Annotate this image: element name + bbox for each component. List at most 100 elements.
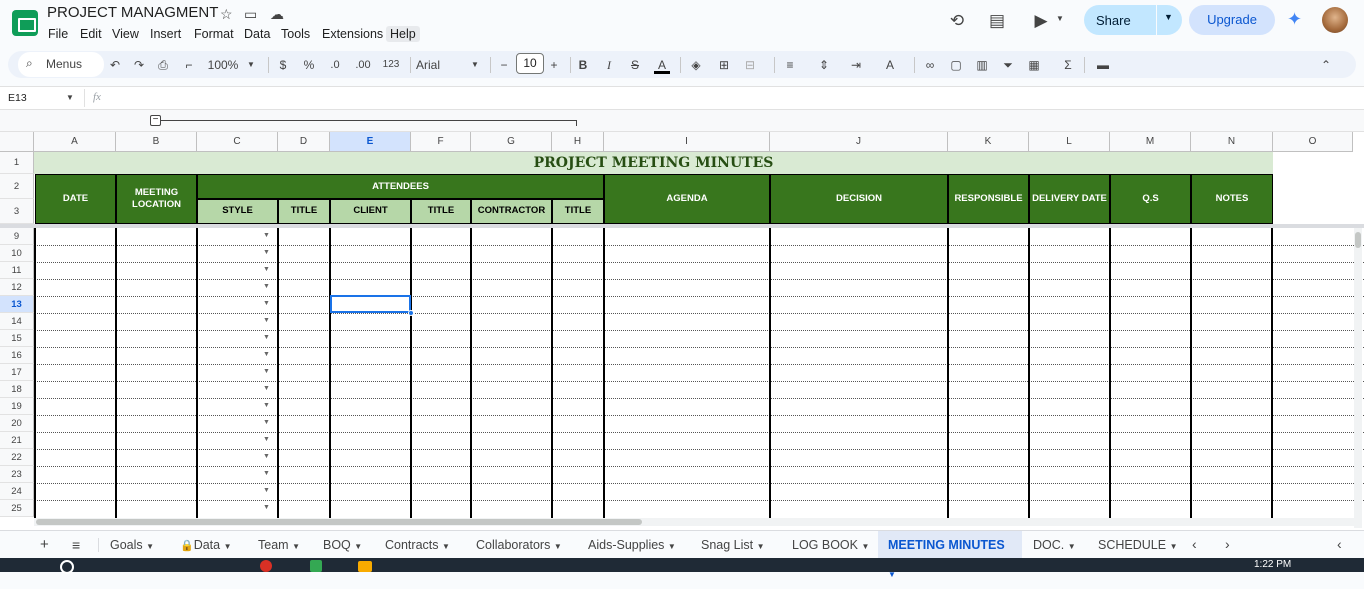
header-attendees[interactable]: ATTENDEES [197,174,604,199]
tab-dropdown-icon[interactable]: ▼ [861,542,869,551]
row-header[interactable]: 21 [0,432,34,449]
font-size-input[interactable]: 10 [516,53,544,74]
zoom-select[interactable]: 100% [206,56,240,74]
percent-format-button[interactable]: % [302,56,316,74]
number-format-button[interactable]: 123 [380,56,402,74]
row-header[interactable]: 1 [0,152,34,174]
meet-icon[interactable]: ▶ [1030,10,1052,32]
style-dropdown-icon[interactable]: ▼ [263,487,270,494]
header-meeting-location[interactable]: MEETING LOCATION [116,174,197,224]
column-header-e[interactable]: E [330,132,411,152]
column-header-c[interactable]: C [197,132,278,152]
print-icon[interactable]: ⎙ [154,56,172,74]
sheet-tab[interactable]: Contracts ▼ [375,531,460,559]
vertical-scroll-thumb[interactable] [1355,232,1361,248]
increase-font-icon[interactable]: + [548,56,560,74]
tab-dropdown-icon[interactable]: ▼ [757,542,765,551]
sheet-tab[interactable]: Collaborators ▼ [466,531,572,559]
style-dropdown-icon[interactable]: ▼ [263,249,270,256]
menu-insert[interactable]: Insert [146,26,185,42]
sheet-tab[interactable]: Goals ▼ [100,531,164,559]
column-header-d[interactable]: D [278,132,330,152]
name-box[interactable]: E13 [8,92,27,104]
sheet-title[interactable]: PROJECT MEETING MINUTES [34,152,1273,174]
header-decision[interactable]: DECISION [770,174,948,224]
column-header-g[interactable]: G [471,132,552,152]
column-header-b[interactable]: B [116,132,197,152]
column-header-m[interactable]: M [1110,132,1191,152]
tab-dropdown-icon[interactable]: ▼ [442,542,450,551]
row-header[interactable]: 9 [0,228,34,245]
row-header[interactable]: 14 [0,313,34,330]
font-family-select[interactable]: Arial [416,56,466,74]
text-wrap-icon[interactable]: ⇥ [848,56,864,74]
redo-icon[interactable]: ↷ [130,56,148,74]
column-header-k[interactable]: K [948,132,1029,152]
collapse-group-icon[interactable]: − [150,115,161,126]
all-sheets-icon[interactable]: ≡ [72,537,80,553]
header-agenda[interactable]: AGENDA [604,174,770,224]
column-header-i[interactable]: I [604,132,770,152]
sheet-tab[interactable]: LOG BOOK ▼ [782,531,879,559]
header-notes[interactable]: NOTES [1191,174,1273,224]
functions-icon[interactable]: Σ [1060,56,1076,74]
row-header[interactable]: 23 [0,466,34,483]
scroll-tabs-right-icon[interactable]: › [1225,536,1230,552]
tab-dropdown-icon[interactable]: ▼ [1068,542,1076,551]
decrease-decimal-button[interactable]: .0 [326,56,344,74]
header-style[interactable]: STYLE [197,199,278,224]
row-header[interactable]: 15 [0,330,34,347]
share-dropdown-icon[interactable]: ▼ [1164,12,1173,22]
taskbar-app-icon[interactable] [310,560,322,572]
style-dropdown-icon[interactable]: ▼ [263,283,270,290]
row-header[interactable]: 19 [0,398,34,415]
italic-icon[interactable]: I [602,56,616,74]
tab-dropdown-icon[interactable]: ▼ [292,542,300,551]
header-title-2[interactable]: TITLE [411,199,471,224]
filter-icon[interactable]: ⏷ [1000,56,1016,74]
sheet-tab[interactable]: DOC. ▼ [1023,531,1086,559]
cloud-status-icon[interactable]: ☁ [270,6,284,23]
style-dropdown-icon[interactable]: ▼ [263,470,270,477]
row-header[interactable]: 24 [0,483,34,500]
menu-edit[interactable]: Edit [76,26,106,42]
style-dropdown-icon[interactable]: ▼ [263,402,270,409]
header-qs[interactable]: Q.S [1110,174,1191,224]
header-responsible[interactable]: RESPONSIBLE [948,174,1029,224]
row-header[interactable]: 12 [0,279,34,296]
header-delivery-date[interactable]: DELIVERY DATE [1029,174,1110,224]
font-dropdown-icon[interactable]: ▼ [470,56,480,74]
style-dropdown-icon[interactable]: ▼ [263,232,270,239]
tab-dropdown-icon[interactable]: ▼ [1170,542,1178,551]
decrease-font-icon[interactable]: − [498,56,510,74]
style-dropdown-icon[interactable]: ▼ [263,453,270,460]
search-menus[interactable]: ⌕ Menus [18,52,104,77]
version-history-icon[interactable]: ⟲ [946,10,968,32]
add-sheet-icon[interactable]: + [40,536,49,553]
sheet-tab[interactable]: Snag List ▼ [691,531,775,559]
fill-color-icon[interactable]: ◈ [688,56,704,74]
menu-file[interactable]: File [44,26,72,42]
collapse-toolbar-icon[interactable]: ⌃ [1318,56,1334,74]
sheet-tab-active[interactable]: MEETING MINUTES ▼ [878,531,1022,579]
sheet-tab[interactable]: Team ▼ [248,531,310,559]
style-dropdown-icon[interactable]: ▼ [263,334,270,341]
row-header[interactable]: 3 [0,199,34,224]
row-header[interactable]: 25 [0,500,34,517]
menu-extensions[interactable]: Extensions [318,26,387,42]
name-box-dropdown-icon[interactable]: ▼ [66,93,74,102]
vertical-scrollbar[interactable] [1354,228,1362,528]
share-button[interactable]: Share ▼ [1084,5,1182,35]
horizontal-align-icon[interactable]: ≡ [782,56,798,74]
taskbar-folder-icon[interactable] [358,561,372,572]
gemini-icon[interactable]: ✦ [1287,9,1302,30]
menu-view[interactable]: View [108,26,143,42]
strikethrough-icon[interactable]: S [628,56,642,74]
row-header[interactable]: 20 [0,415,34,432]
borders-icon[interactable]: ⊞ [716,56,732,74]
side-panel-collapse-icon[interactable]: ‹ [1337,536,1342,552]
undo-icon[interactable]: ↶ [106,56,124,74]
insert-chart-icon[interactable]: ▥ [974,56,990,74]
style-dropdown-icon[interactable]: ▼ [263,300,270,307]
column-header-h[interactable]: H [552,132,604,152]
